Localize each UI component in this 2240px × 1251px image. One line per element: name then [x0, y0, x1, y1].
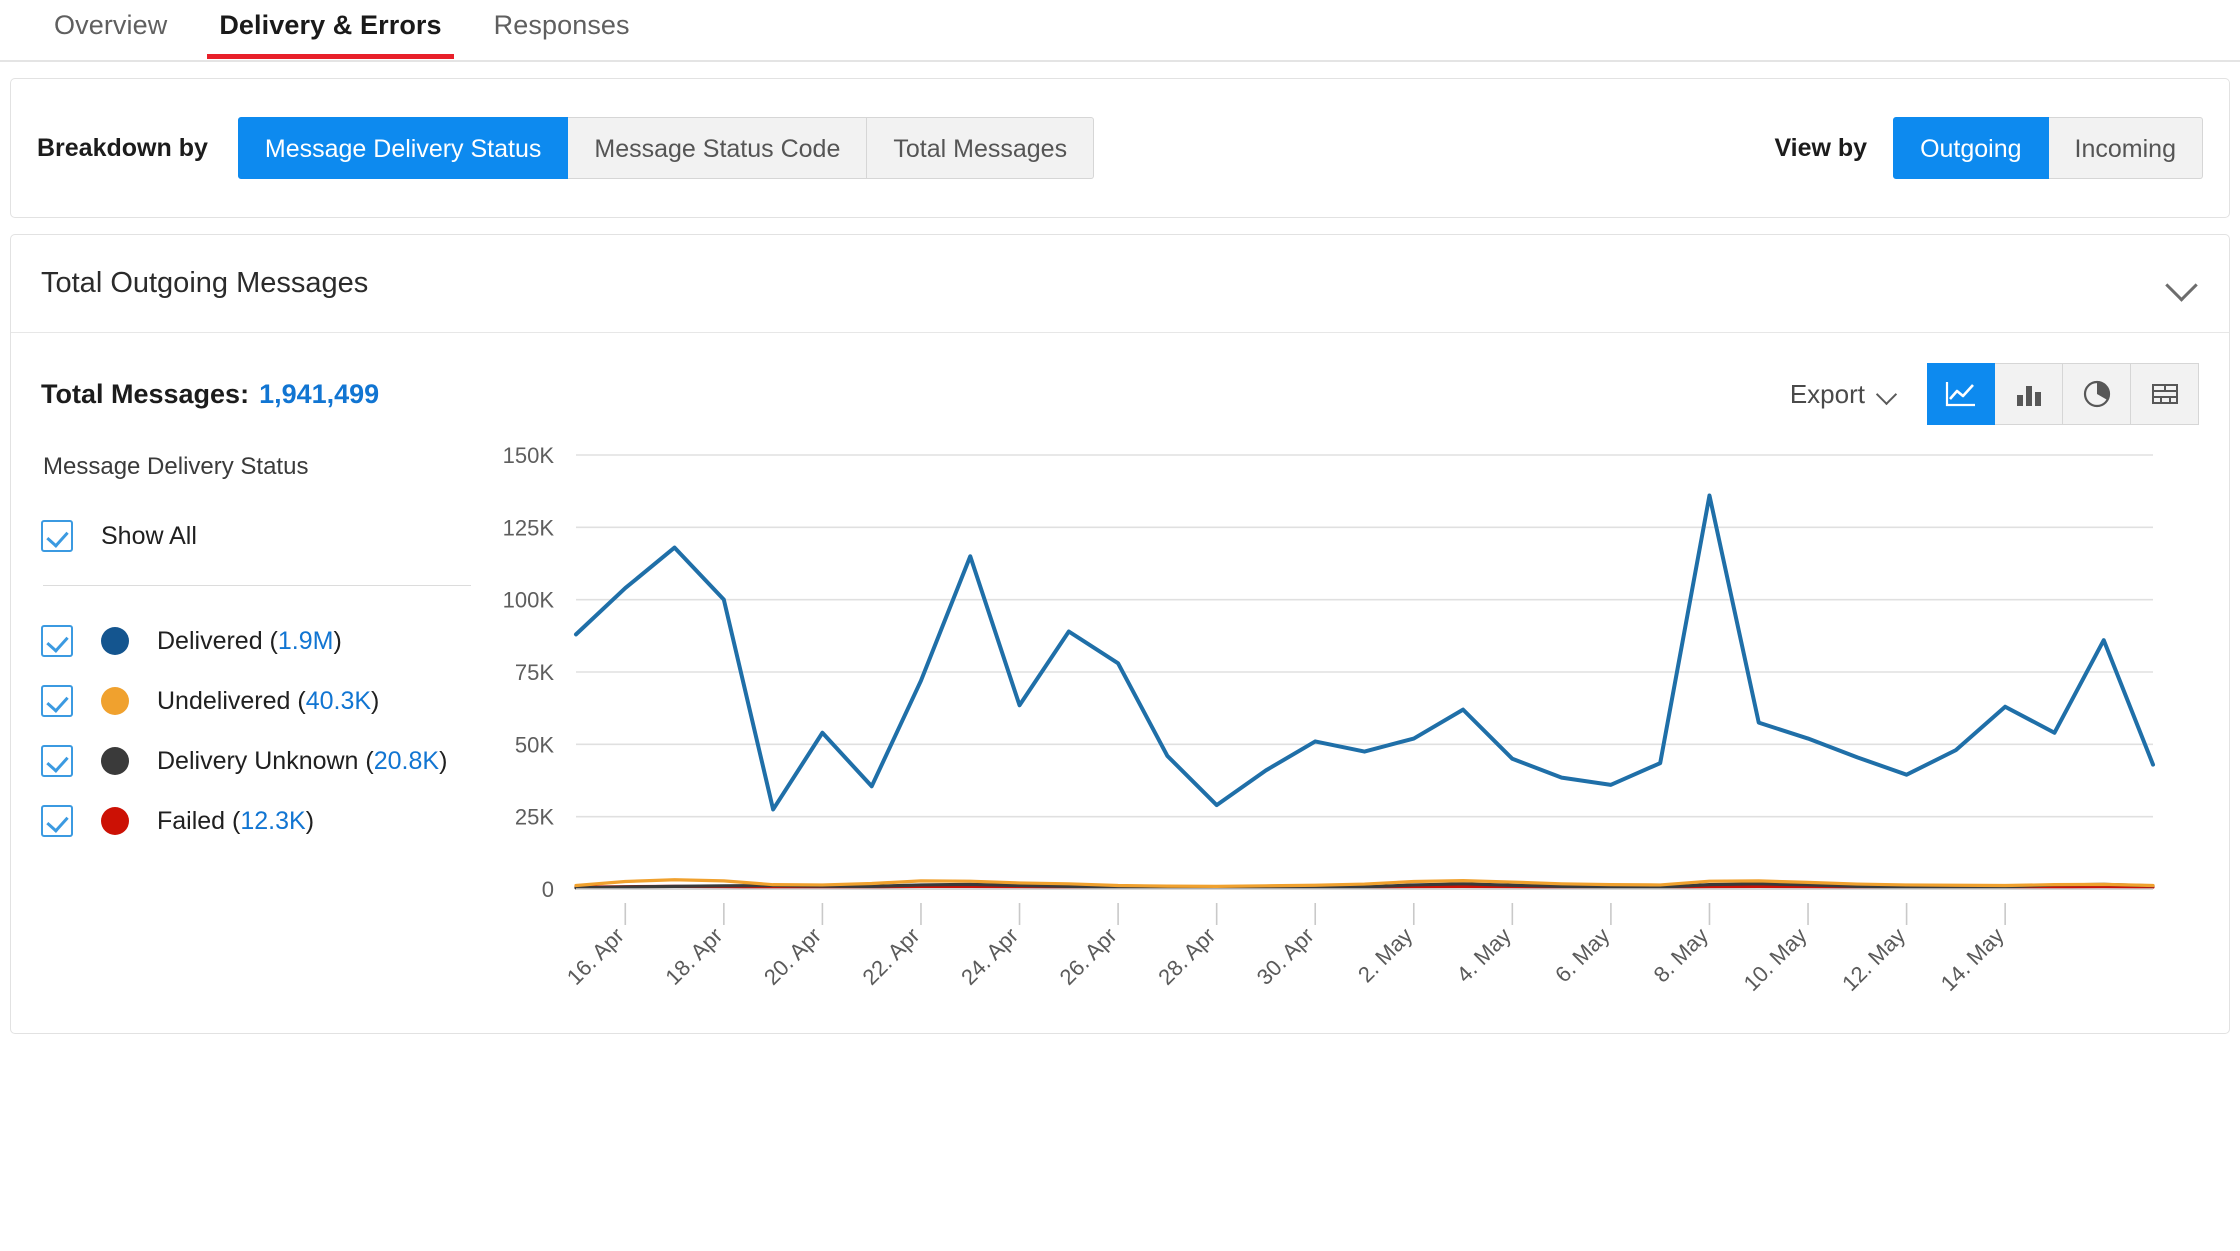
legend-label-failed: Failed (12.3K): [157, 807, 314, 836]
tab-responses[interactable]: Responses: [468, 0, 656, 59]
legend-name-delivered: Delivered: [157, 627, 263, 655]
color-swatch-delivery-unknown: [101, 747, 129, 775]
legend-item-list: Delivered (1.9M) Undelivered (40.3K): [41, 616, 481, 846]
breakdown-option-total-messages[interactable]: Total Messages: [867, 117, 1094, 179]
legend-label-delivery-unknown: Delivery Unknown (20.8K): [157, 747, 447, 776]
checkbox-undelivered[interactable]: [41, 685, 73, 717]
x-axis-tick-label: 20. Apr: [759, 923, 826, 990]
export-button[interactable]: Export: [1790, 379, 1899, 410]
chart-area: Message Delivery Status Show All Deliver…: [41, 443, 2199, 1033]
legend-name-delivery-unknown: Delivery Unknown: [157, 747, 358, 775]
y-axis-tick-label: 100K: [503, 588, 555, 613]
breakdown-option-message-status-code[interactable]: Message Status Code: [568, 117, 867, 179]
legend-name-failed: Failed: [157, 807, 225, 835]
legend-count-delivery-unknown: 20.8K: [374, 747, 439, 775]
breakdown-panel: Breakdown by Message Delivery Status Mes…: [10, 78, 2230, 218]
x-axis-tick-label: 18. Apr: [660, 923, 727, 990]
view-by-option-outgoing[interactable]: Outgoing: [1893, 117, 2048, 179]
legend-divider: [43, 585, 471, 586]
bar-chart-icon[interactable]: [1995, 363, 2063, 425]
legend-count-undelivered: 40.3K: [306, 687, 371, 715]
tab-overview[interactable]: Overview: [28, 0, 193, 59]
legend-name-undelivered: Undelivered: [157, 687, 290, 715]
legend-item-undelivered[interactable]: Undelivered (40.3K): [41, 676, 481, 726]
y-axis-tick-label: 125K: [503, 515, 555, 540]
x-axis-tick-label: 10. May: [1739, 923, 1812, 996]
chart-card: Total Outgoing Messages Total Messages: …: [10, 234, 2230, 1034]
x-axis-tick-label: 8. May: [1649, 923, 1713, 987]
y-axis-tick-label: 75K: [515, 660, 554, 685]
chart-x-axis: 16. Apr 18. Apr 20. Apr 22. Apr 24. Apr 26. A…: [481, 903, 2171, 1033]
legend-show-all-label: Show All: [101, 522, 197, 551]
x-axis-tick-label: 26. Apr: [1055, 923, 1122, 990]
view-by-label: View by: [1774, 134, 1867, 163]
breakdown-group: Breakdown by Message Delivery Status Mes…: [37, 117, 1094, 179]
pie-chart-icon[interactable]: [2063, 363, 2131, 425]
table-glyph: [2148, 379, 2182, 409]
legend-label-undelivered: Undelivered (40.3K): [157, 687, 379, 716]
y-axis-tick-label: 150K: [503, 443, 555, 468]
y-axis-tick-label: 50K: [515, 732, 554, 757]
legend-item-delivery-unknown[interactable]: Delivery Unknown (20.8K): [41, 736, 481, 786]
x-axis-tick-label: 16. Apr: [562, 923, 629, 990]
view-by-segmented-control: Outgoing Incoming: [1893, 117, 2203, 179]
breakdown-label: Breakdown by: [37, 134, 208, 163]
color-swatch-undelivered: [101, 687, 129, 715]
chart-card-header: Total Outgoing Messages: [11, 235, 2229, 333]
chart-svg: 0 25K 50K 75K 100K 125K 150K: [481, 443, 2171, 903]
line-chart-icon[interactable]: [1927, 363, 1995, 425]
checkbox-delivery-unknown[interactable]: [41, 745, 73, 777]
x-axis-tick-label: 24. Apr: [956, 923, 1023, 990]
legend-panel: Message Delivery Status Show All Deliver…: [41, 443, 481, 1033]
chart-toolbar: Total Messages: 1,941,499 Export: [41, 359, 2199, 429]
line-chart-plot: 0 25K 50K 75K 100K 125K 150K 16. Apr 18. Apr 20.…: [481, 443, 2199, 1033]
color-swatch-delivered: [101, 627, 129, 655]
breakdown-segmented-control: Message Delivery Status Message Status C…: [238, 117, 1094, 179]
checkbox-show-all[interactable]: [41, 520, 73, 552]
bar-chart-glyph: [2012, 379, 2046, 409]
breakdown-option-message-delivery-status[interactable]: Message Delivery Status: [238, 117, 569, 179]
legend-item-failed[interactable]: Failed (12.3K): [41, 796, 481, 846]
x-axis-tick-label: 4. May: [1452, 923, 1516, 987]
x-axis-tick-label: 30. Apr: [1252, 923, 1319, 990]
view-by-option-incoming[interactable]: Incoming: [2049, 117, 2203, 179]
line-chart-glyph: [1944, 379, 1978, 409]
x-axis-tick-label: 28. Apr: [1153, 923, 1220, 990]
export-label: Export: [1790, 379, 1865, 410]
chart-view-toggle: [1927, 363, 2199, 425]
table-icon[interactable]: [2131, 363, 2199, 425]
view-by-group: View by Outgoing Incoming: [1774, 117, 2203, 179]
x-axis-tick-label: 22. Apr: [858, 923, 925, 990]
x-axis-tick-label: 14. May: [1936, 923, 2009, 996]
tab-bar: Overview Delivery & Errors Responses: [0, 0, 2240, 62]
series-line-delivered: [576, 496, 2153, 810]
legend-label-delivered: Delivered (1.9M): [157, 627, 342, 656]
legend-item-delivered[interactable]: Delivered (1.9M): [41, 616, 481, 666]
legend-count-failed: 12.3K: [240, 807, 305, 835]
y-axis-tick-label: 25K: [515, 805, 554, 830]
chevron-down-icon: [1877, 387, 1899, 401]
pie-chart-glyph: [2080, 378, 2114, 410]
color-swatch-failed: [101, 807, 129, 835]
legend-count-delivered: 1.9M: [278, 627, 334, 655]
chevron-down-icon[interactable]: [2165, 267, 2199, 301]
series-line-undelivered: [576, 880, 2153, 887]
total-messages-label: Total Messages:: [41, 379, 249, 410]
chart-card-title: Total Outgoing Messages: [41, 267, 368, 300]
x-axis-tick-label: 2. May: [1353, 923, 1417, 987]
chart-card-body: Total Messages: 1,941,499 Export: [11, 333, 2229, 1033]
x-axis-tick-label: 12. May: [1837, 923, 1910, 996]
y-axis-tick-label: 0: [542, 877, 554, 902]
x-axis-tick-label: 6. May: [1550, 923, 1614, 987]
tab-delivery-errors[interactable]: Delivery & Errors: [193, 0, 467, 59]
checkbox-delivered[interactable]: [41, 625, 73, 657]
checkbox-failed[interactable]: [41, 805, 73, 837]
legend-title: Message Delivery Status: [43, 453, 481, 481]
total-messages-value: 1,941,499: [259, 379, 379, 410]
legend-show-all-row[interactable]: Show All: [41, 511, 481, 561]
